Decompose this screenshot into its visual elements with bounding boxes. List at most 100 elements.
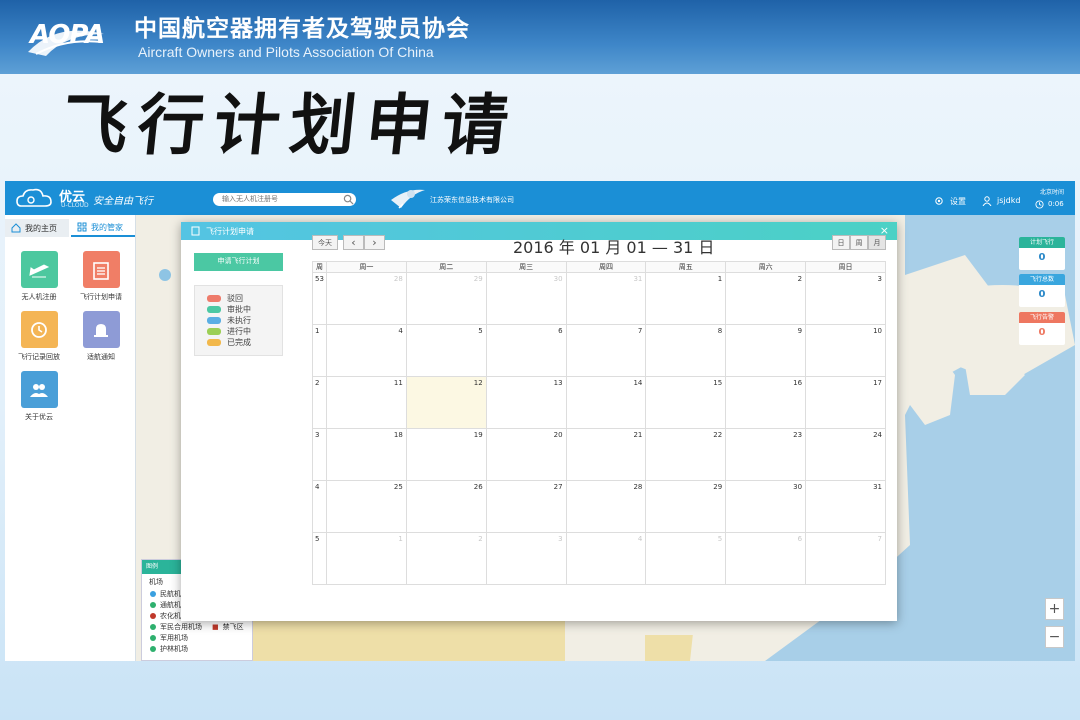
tile-flight-record-playback[interactable]: 飞行记录回放 [9, 311, 69, 362]
calendar-body: 53 28 29 30 31 1 2 3 1 4 5 6 7 8 9 10 2 11 12 13 14 15 16 17 3 18… [312, 272, 886, 585]
calendar-day[interactable]: 29 [645, 480, 727, 533]
drone-icon [29, 263, 50, 277]
status-item: 已完成 [207, 337, 282, 348]
calendar-day[interactable]: 23 [725, 428, 807, 481]
calendar-day[interactable]: 4 [326, 324, 407, 377]
tile-label: 关于优云 [25, 413, 53, 421]
calendar-day[interactable]: 9 [725, 324, 807, 377]
calendar-week-row: 1 4 5 6 7 8 9 10 [312, 324, 886, 377]
user-icon[interactable] [982, 196, 992, 206]
calendar-day-today[interactable]: 12 [405, 376, 487, 429]
home-icon [11, 223, 21, 233]
calendar-day[interactable]: 7 [805, 532, 886, 585]
calendar-day[interactable]: 16 [725, 376, 807, 429]
weekday-header: 周一 [326, 261, 407, 273]
people-icon [30, 383, 48, 397]
calendar-day[interactable]: 20 [485, 428, 567, 481]
tab-my-butler[interactable]: 我的管家 [71, 219, 135, 237]
tile-about-ucloud[interactable]: 关于优云 [9, 371, 69, 422]
tile-drone-registration[interactable]: 无人机注册 [9, 251, 69, 302]
legend-item: 军用机场 [142, 632, 252, 643]
apply-flight-plan-button[interactable]: 申请飞行计划 [194, 253, 283, 271]
calendar-day[interactable]: 27 [485, 480, 567, 533]
calendar-day[interactable]: 25 [326, 480, 407, 533]
tab-my-homepage[interactable]: 我的主页 [5, 219, 69, 237]
calendar-day[interactable]: 19 [405, 428, 487, 481]
org-name-cn: 中国航空器拥有者及驾驶员协会 [134, 16, 470, 42]
calendar-day[interactable]: 1 [326, 532, 407, 585]
registration-search-input[interactable] [213, 193, 356, 206]
calendar-day[interactable]: 8 [645, 324, 727, 377]
widget-value: 0 [1038, 252, 1046, 263]
weekday-header: 周五 [645, 261, 727, 273]
calendar-day[interactable]: 28 [326, 272, 407, 325]
view-month-button[interactable]: 月 [868, 235, 886, 250]
zoom-out-button[interactable]: − [1045, 626, 1064, 648]
calendar-day[interactable]: 17 [805, 376, 886, 429]
calendar-day[interactable]: 1 [645, 272, 727, 325]
calendar-day[interactable]: 22 [645, 428, 727, 481]
calendar-day[interactable]: 2 [725, 272, 807, 325]
weekday-header: 周二 [405, 261, 487, 273]
search-icon[interactable] [343, 194, 354, 205]
calendar-day[interactable]: 7 [565, 324, 647, 377]
calendar-day[interactable]: 4 [565, 532, 647, 585]
zoom-in-button[interactable]: + [1045, 598, 1064, 620]
company-aircraft-icon [391, 189, 425, 209]
calendar-day[interactable]: 2 [405, 532, 487, 585]
grid-icon [77, 222, 87, 232]
calendar-day[interactable]: 31 [805, 480, 886, 533]
tile-flight-plan-application[interactable]: 飞行计划申请 [71, 251, 131, 302]
settings-link[interactable]: 设置 [950, 196, 966, 207]
beijing-time-label: 北京时间 [1040, 189, 1065, 196]
tile-airworthiness-notice[interactable]: 适航通知 [71, 311, 131, 362]
calendar-day[interactable]: 6 [485, 324, 567, 377]
calendar-day[interactable]: 10 [805, 324, 886, 377]
calendar-day[interactable]: 29 [405, 272, 487, 325]
status-item: 审批中 [207, 304, 282, 315]
calendar-day[interactable]: 5 [405, 324, 487, 377]
bell-icon [94, 323, 108, 337]
calendar-day[interactable]: 26 [405, 480, 487, 533]
clock-icon [1035, 200, 1044, 209]
tile-label: 飞行计划申请 [80, 293, 122, 301]
calendar-day[interactable]: 15 [645, 376, 727, 429]
tile-label: 适航通知 [87, 353, 115, 361]
calendar-day[interactable]: 14 [565, 376, 647, 429]
view-day-button[interactable]: 日 [832, 235, 850, 250]
calendar-day[interactable]: 24 [805, 428, 886, 481]
history-icon [31, 321, 47, 338]
prev-month-button[interactable]: ‹ [343, 235, 364, 250]
calendar-day[interactable]: 21 [565, 428, 647, 481]
next-month-button[interactable]: › [364, 235, 385, 250]
widget-total-flights[interactable]: 飞行总数 0 [1019, 274, 1065, 307]
calendar-day[interactable]: 5 [645, 532, 727, 585]
username[interactable]: jsjdkd [997, 196, 1020, 205]
week-number: 1 [312, 324, 327, 377]
clipboard-icon [93, 261, 109, 280]
gear-icon[interactable] [934, 196, 944, 206]
calendar-day[interactable]: 28 [565, 480, 647, 533]
month-calendar: 周 周一 周二 周三 周四 周五 周六 周日 53 28 29 30 31 1 2 3 1 4 5 6… [312, 261, 886, 585]
calendar-day[interactable]: 6 [725, 532, 807, 585]
view-week-button[interactable]: 周 [850, 235, 868, 250]
calendar-day[interactable]: 30 [485, 272, 567, 325]
calendar-week-row: 4 25 26 27 28 29 30 31 [312, 480, 886, 533]
calendar-day[interactable]: 11 [326, 376, 407, 429]
today-button[interactable]: 今天 [312, 235, 338, 250]
calendar-day[interactable]: 3 [805, 272, 886, 325]
calendar-day[interactable]: 30 [725, 480, 807, 533]
widget-planned-flights[interactable]: 计划飞行 0 [1019, 237, 1065, 270]
weekday-header: 周四 [565, 261, 647, 273]
app-topbar: 优云 U-CLOUD 安全自由飞行 江苏荣东信息技术有限公司 设置 jsjdkd… [5, 181, 1075, 215]
widget-flight-alerts[interactable]: 飞行告警 0 [1019, 312, 1065, 345]
document-icon [191, 226, 200, 236]
calendar-day[interactable]: 31 [565, 272, 647, 325]
calendar-day[interactable]: 18 [326, 428, 407, 481]
beijing-time-value: 0:06 [1048, 200, 1064, 208]
weekday-header: 周三 [485, 261, 567, 273]
week-number: 4 [312, 480, 327, 533]
widget-label: 计划飞行 [1019, 237, 1065, 248]
calendar-day[interactable]: 13 [485, 376, 567, 429]
calendar-day[interactable]: 3 [485, 532, 567, 585]
